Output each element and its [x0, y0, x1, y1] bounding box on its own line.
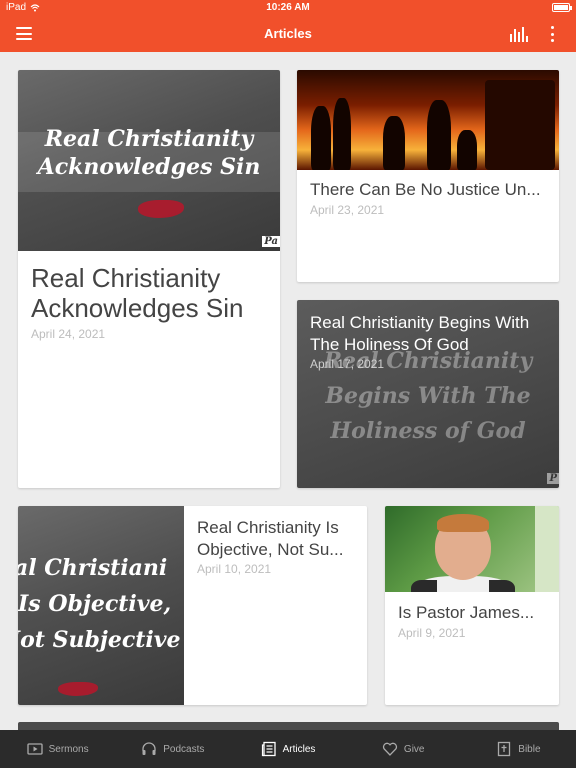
- tab-label: Sermons: [48, 743, 89, 755]
- article-title: There Can Be No Justice Un...: [310, 180, 541, 199]
- article-title: Real Christianity Is Objective, Not Su..…: [197, 518, 344, 559]
- heart-icon: [382, 742, 398, 756]
- bible-icon: [498, 741, 511, 757]
- battery-icon: [552, 3, 572, 12]
- tab-bar: Sermons Podcasts Articles Give Bible: [0, 730, 576, 768]
- tab-bible[interactable]: Bible: [461, 730, 576, 768]
- image-watermark: P: [547, 473, 559, 484]
- newspaper-icon: [261, 741, 276, 757]
- status-bar: iPad 10:26 AM: [0, 0, 576, 16]
- tab-articles[interactable]: Articles: [230, 730, 345, 768]
- article-image: Real Christianity Acknowledges Sin Pa: [18, 70, 280, 251]
- article-card[interactable]: eal Christiani Is Objective, Not Subject…: [18, 506, 367, 705]
- article-card[interactable]: Real Christianity Begins With The Holine…: [297, 300, 559, 488]
- image-text-line: Not Subjective: [18, 627, 181, 653]
- headphones-icon: [142, 742, 156, 755]
- article-date: April 10, 2021: [197, 562, 272, 576]
- image-text-line: Is Objective,: [18, 591, 172, 617]
- article-card[interactable]: Real Christianity Acknowledges Sin Pa Re…: [18, 70, 280, 488]
- app-bar: Articles: [0, 16, 576, 52]
- tab-label: Articles: [282, 743, 316, 755]
- equalizer-icon[interactable]: [510, 27, 528, 42]
- tab-label: Podcasts: [163, 743, 205, 755]
- image-text-line: Holiness of God: [330, 418, 526, 444]
- article-title: Is Pastor James...: [398, 603, 535, 622]
- article-image: [297, 70, 559, 170]
- more-options-icon[interactable]: [548, 26, 556, 42]
- image-text-line: eal Christiani: [18, 555, 168, 581]
- tab-label: Give: [403, 743, 425, 755]
- article-card[interactable]: There Can Be No Justice Un... April 23, …: [297, 70, 559, 282]
- image-text-line: Real Christianity: [44, 126, 254, 152]
- tab-label: Bible: [518, 743, 541, 755]
- image-text-line: Acknowledges Sin: [37, 153, 261, 180]
- tab-give[interactable]: Give: [346, 730, 461, 768]
- tab-podcasts[interactable]: Podcasts: [115, 730, 230, 768]
- tab-sermons[interactable]: Sermons: [0, 730, 115, 768]
- article-card[interactable]: Is Pastor James... April 9, 2021: [385, 506, 559, 705]
- article-image: eal Christiani Is Objective, Not Subject…: [18, 506, 184, 705]
- article-date: April 9, 2021: [398, 626, 466, 640]
- article-date: April 23, 2021: [310, 203, 385, 217]
- page-title: Articles: [264, 26, 312, 41]
- article-image: [385, 506, 559, 592]
- image-text-line: Begins With The: [325, 383, 531, 409]
- video-icon: [26, 743, 43, 755]
- image-watermark: Pa: [262, 236, 280, 247]
- article-date: April 24, 2021: [31, 327, 106, 341]
- article-title: Real Christianity Begins With The Holine…: [310, 313, 530, 354]
- status-time: 10:26 AM: [266, 2, 310, 13]
- article-date: April 17, 2021: [310, 357, 385, 371]
- article-title: Real Christianity Acknowledges Sin: [31, 263, 244, 323]
